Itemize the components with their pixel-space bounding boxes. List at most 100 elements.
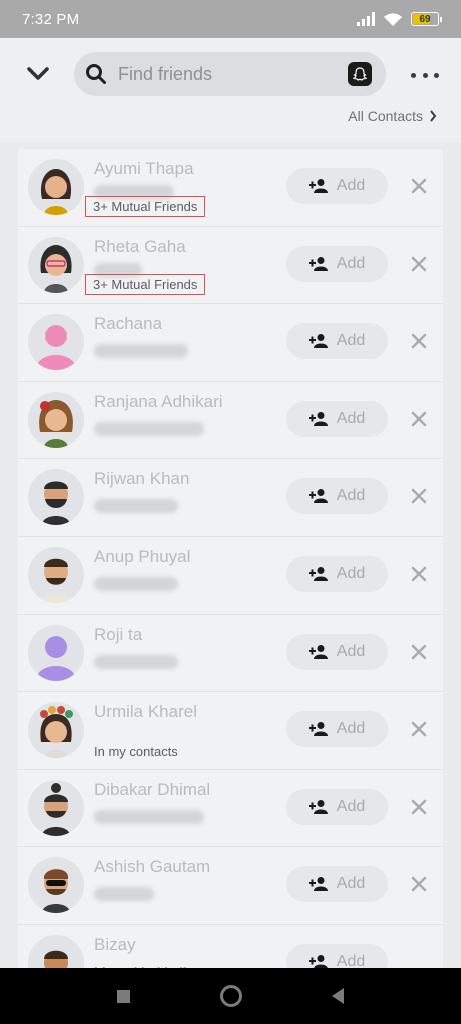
add-label: Add xyxy=(336,952,366,969)
add-label: Add xyxy=(336,797,366,815)
add-friend-button[interactable]: Add xyxy=(286,555,388,592)
add-friend-button[interactable]: Add xyxy=(286,168,388,204)
contact-name: Ranjana Adhikari xyxy=(94,391,223,411)
contact-name: Rachana xyxy=(94,314,163,334)
add-friend-button[interactable]: Add xyxy=(286,478,388,515)
dismiss-button[interactable] xyxy=(409,254,429,274)
search-icon xyxy=(74,52,118,96)
close-icon xyxy=(411,411,427,427)
blurred-username xyxy=(94,421,204,436)
signal-icon xyxy=(357,12,375,26)
avatar[interactable] xyxy=(28,702,84,759)
avatar[interactable] xyxy=(28,934,84,969)
list-item: Bizay bizay_khokhali Add xyxy=(18,925,443,969)
avatar[interactable] xyxy=(28,159,84,215)
chevron-down-icon xyxy=(27,67,49,80)
avatar[interactable] xyxy=(28,391,84,448)
list-item: Anup Phuyal Add xyxy=(18,537,443,615)
blurred-username xyxy=(94,576,178,591)
search-bar[interactable]: Find friends xyxy=(74,52,386,96)
add-user-icon xyxy=(308,179,328,193)
dismiss-button[interactable] xyxy=(409,486,429,506)
chevron-right-icon xyxy=(430,110,437,122)
avatar[interactable] xyxy=(28,236,84,293)
contact-name: Urmila Kharel xyxy=(94,702,197,722)
avatar[interactable] xyxy=(28,857,84,914)
contact-name: Anup Phuyal xyxy=(94,546,191,566)
contact-name: Ayumi Thapa xyxy=(94,159,194,178)
dismiss-button[interactable] xyxy=(409,564,429,584)
close-icon xyxy=(411,256,427,271)
system-nav-bar xyxy=(0,968,461,1024)
battery-level: 69 xyxy=(419,13,431,25)
list-item: Ashish Gautam Add xyxy=(18,847,443,925)
recents-button[interactable] xyxy=(117,989,130,1003)
search-input[interactable]: Find friends xyxy=(118,64,348,85)
all-contacts-link[interactable]: All Contacts xyxy=(348,108,437,124)
close-icon xyxy=(411,333,427,349)
add-label: Add xyxy=(336,254,366,272)
mutual-friends-label: 3+ Mutual Friends xyxy=(85,196,206,217)
add-label: Add xyxy=(336,642,366,660)
add-friend-button[interactable]: Add xyxy=(286,245,388,282)
add-friend-button[interactable]: Add xyxy=(286,866,388,903)
dismiss-button[interactable] xyxy=(409,176,429,196)
more-options-button[interactable] xyxy=(408,60,442,90)
dismiss-button[interactable] xyxy=(409,797,429,817)
close-icon xyxy=(411,489,427,504)
blurred-username xyxy=(94,809,204,824)
contact-name: Bizay xyxy=(94,934,136,954)
dismiss-button[interactable] xyxy=(409,642,429,662)
chevron-down-button[interactable] xyxy=(20,56,56,92)
add-user-icon xyxy=(308,256,328,271)
list-item: Rachana Add xyxy=(18,304,443,382)
avatar[interactable] xyxy=(28,469,84,526)
add-label: Add xyxy=(336,487,366,505)
contact-subtitle: In my contacts xyxy=(94,744,178,760)
list-item: Ranjana Adhikari Add xyxy=(18,382,443,460)
add-label: Add xyxy=(336,177,366,194)
add-user-icon xyxy=(308,877,328,892)
add-user-icon xyxy=(308,411,328,426)
add-friend-button[interactable]: Add xyxy=(286,711,388,748)
close-icon xyxy=(411,644,427,659)
status-bar: 7:32 PM 69 xyxy=(0,0,461,38)
contact-name: Roji ta xyxy=(94,624,143,644)
contact-name: Ashish Gautam xyxy=(94,857,211,877)
add-user-icon xyxy=(308,566,328,581)
contact-list[interactable]: Ayumi Thapa 3+ Mutual Friends Add Rheta … xyxy=(18,149,443,969)
add-user-icon xyxy=(308,799,328,814)
add-friend-button[interactable]: Add xyxy=(286,323,388,360)
add-label: Add xyxy=(336,720,366,738)
dismiss-button[interactable] xyxy=(409,874,429,894)
add-label: Add xyxy=(336,875,366,893)
list-item: Roji ta Add xyxy=(18,615,443,693)
add-user-icon xyxy=(308,722,328,737)
avatar[interactable] xyxy=(28,546,84,603)
add-friend-button[interactable]: Add xyxy=(286,633,388,670)
dismiss-button[interactable] xyxy=(409,331,429,351)
ghost-icon xyxy=(353,67,367,81)
add-label: Add xyxy=(336,332,366,350)
add-friend-button[interactable]: Add xyxy=(286,400,388,437)
add-user-icon xyxy=(308,644,328,659)
mutual-friends-label: 3+ Mutual Friends xyxy=(85,273,206,295)
add-friend-button[interactable]: Add xyxy=(286,788,388,825)
blurred-username xyxy=(94,344,188,359)
add-user-icon xyxy=(308,954,328,969)
add-user-icon xyxy=(308,334,328,349)
add-label: Add xyxy=(336,564,366,582)
avatar[interactable] xyxy=(28,779,84,836)
snapcode-button[interactable] xyxy=(348,62,372,86)
close-icon xyxy=(411,799,427,814)
add-friend-button[interactable]: Add xyxy=(286,943,388,969)
avatar[interactable] xyxy=(28,314,84,371)
home-button[interactable] xyxy=(220,985,242,1007)
back-button[interactable] xyxy=(332,988,344,1004)
close-icon xyxy=(411,566,427,582)
avatar[interactable] xyxy=(28,624,84,681)
list-item: Ayumi Thapa 3+ Mutual Friends Add xyxy=(18,149,443,227)
dismiss-button[interactable] xyxy=(409,719,429,739)
dismiss-button[interactable] xyxy=(409,409,429,429)
blurred-username xyxy=(94,499,178,514)
